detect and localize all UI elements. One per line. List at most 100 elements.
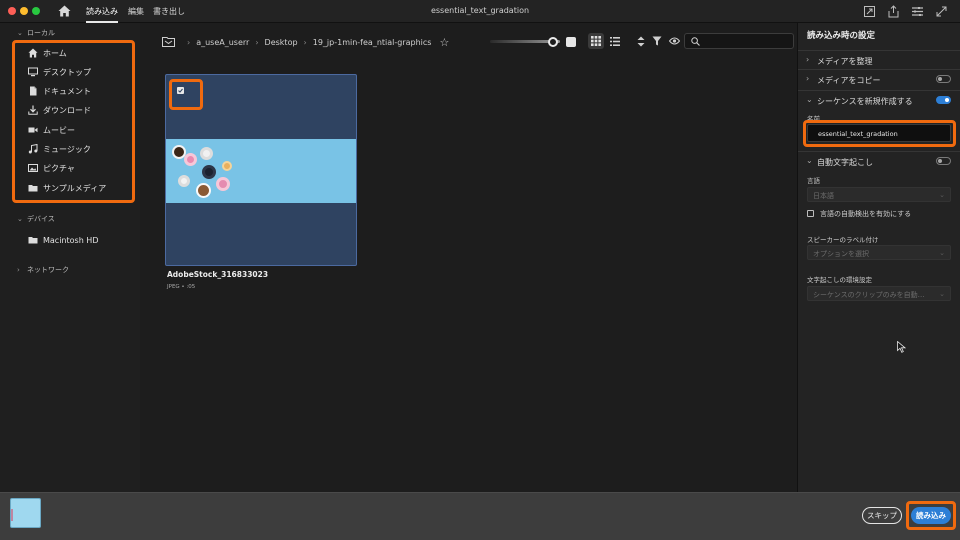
export-icon[interactable] bbox=[887, 5, 900, 18]
picture-icon bbox=[28, 164, 38, 172]
sidebar-item-label: デスクトップ bbox=[43, 67, 91, 77]
speaker-select[interactable]: オプションを選択 ⌄ bbox=[807, 245, 951, 260]
title-bar: 読み込み 編集 書き出し essential_text_gradation bbox=[0, 0, 960, 23]
auto-transcribe-row[interactable]: ⌄ 自動文字起こし bbox=[798, 151, 960, 169]
media-browser: › a_useA_userr › Desktop › 19_jp-1min-fe… bbox=[140, 23, 796, 492]
fullscreen-icon[interactable] bbox=[935, 5, 948, 18]
chevron-right-icon: › bbox=[806, 55, 810, 64]
sidebar-item-label: ピクチャ bbox=[43, 163, 75, 173]
folder-icon[interactable] bbox=[162, 37, 175, 47]
folder-icon bbox=[28, 185, 38, 192]
breadcrumb: › a_useA_userr › Desktop › 19_jp-1min-fe… bbox=[162, 36, 449, 49]
sidebar-item-downloads[interactable]: ダウンロード bbox=[28, 101, 128, 119]
donut-image bbox=[200, 147, 213, 160]
sidebar-item-music[interactable]: ミュージック bbox=[28, 140, 128, 158]
import-tray: スキップ 読み込み bbox=[0, 492, 960, 540]
speaker-label: スピーカーのラベル付け bbox=[807, 236, 879, 244]
thumbnail-size-slider[interactable] bbox=[490, 37, 576, 47]
donut-image bbox=[222, 161, 232, 171]
sidebar-item-label: ムービー bbox=[43, 125, 75, 135]
breadcrumb-item[interactable]: a_useA_userr bbox=[196, 38, 249, 47]
sidebar-item-label: ミュージック bbox=[43, 144, 91, 154]
select-checkbox[interactable] bbox=[177, 87, 184, 94]
sidebar-item-label: ホーム bbox=[43, 48, 67, 58]
sidebar-item-sample-media[interactable]: サンプルメディア bbox=[28, 179, 128, 197]
thumbnail-image bbox=[166, 139, 356, 203]
search-input[interactable] bbox=[684, 33, 794, 49]
new-sequence-toggle[interactable] bbox=[936, 96, 951, 104]
music-icon bbox=[28, 144, 38, 154]
transcribe-pref-select[interactable]: シーケンスのクリップのみを自動… ⌄ bbox=[807, 286, 951, 301]
sequence-name-field[interactable]: essential_text_gradation bbox=[807, 124, 951, 142]
thumbnail-marker bbox=[11, 509, 13, 521]
chevron-down-icon: ⌄ bbox=[939, 290, 945, 298]
chevron-right-icon: › bbox=[303, 37, 307, 47]
filter-icon bbox=[652, 36, 662, 46]
sidebar-item-home[interactable]: ホーム bbox=[28, 44, 128, 62]
chevron-right-icon: › bbox=[17, 266, 20, 274]
auto-transcribe-toggle[interactable] bbox=[936, 157, 951, 165]
donut-image bbox=[178, 175, 190, 187]
sort-icon bbox=[637, 36, 645, 46]
selected-media-thumbnail[interactable] bbox=[10, 498, 41, 528]
new-sequence-row[interactable]: ⌄ シーケンスを新規作成する bbox=[798, 90, 960, 108]
list-view-button[interactable] bbox=[607, 33, 623, 49]
coffee-cup-image bbox=[196, 183, 211, 198]
section-network[interactable]: › ネットワーク bbox=[17, 265, 69, 275]
import-settings-panel: 読み込み時の設定 › メディアを整理 › メディアをコピー ⌄ シーケンスを新規… bbox=[797, 23, 960, 492]
sidebar-item-movies[interactable]: ムービー bbox=[28, 121, 128, 139]
import-button[interactable]: 読み込み bbox=[911, 507, 951, 524]
file-name: AdobeStock_316833023 bbox=[167, 270, 269, 279]
panel-title: 読み込み時の設定 bbox=[807, 31, 876, 41]
auto-detect-checkbox[interactable] bbox=[807, 210, 814, 217]
skip-button[interactable]: スキップ bbox=[862, 507, 902, 524]
grid-view-icon bbox=[591, 36, 601, 46]
panels-icon[interactable] bbox=[911, 5, 924, 18]
download-icon bbox=[28, 105, 38, 115]
chevron-down-icon: ⌄ bbox=[939, 191, 945, 199]
donut-image bbox=[202, 165, 216, 179]
grid-view-button[interactable] bbox=[588, 33, 604, 49]
breadcrumb-item-current[interactable]: 19_jp-1min-fea_ntial-graphics bbox=[313, 38, 432, 47]
movie-icon bbox=[28, 127, 38, 133]
chevron-right-icon: › bbox=[255, 37, 259, 47]
sidebar-item-desktop[interactable]: デスクトップ bbox=[28, 63, 128, 81]
star-icon[interactable]: ☆ bbox=[439, 36, 449, 49]
chevron-down-icon: ⌄ bbox=[806, 156, 813, 165]
sidebar-item-pictures[interactable]: ピクチャ bbox=[28, 159, 128, 177]
desktop-icon bbox=[28, 67, 38, 77]
breadcrumb-item[interactable]: Desktop bbox=[265, 38, 298, 47]
home-icon bbox=[28, 48, 38, 58]
eye-icon bbox=[668, 37, 680, 45]
chevron-down-icon: ⌄ bbox=[17, 215, 23, 223]
sidebar-item-label: ドキュメント bbox=[43, 86, 91, 96]
sidebar-item-label: サンプルメディア bbox=[43, 183, 107, 193]
language-label: 言語 bbox=[807, 177, 820, 185]
media-thumbnail[interactable] bbox=[165, 74, 357, 266]
share-window-icon[interactable] bbox=[863, 5, 876, 18]
slider-handle[interactable] bbox=[548, 37, 558, 47]
chevron-down-icon: ⌄ bbox=[939, 249, 945, 257]
chevron-right-icon: › bbox=[187, 37, 191, 47]
document-icon bbox=[30, 86, 37, 96]
filter-button[interactable] bbox=[649, 33, 665, 49]
list-view-icon bbox=[610, 36, 620, 46]
sort-button[interactable] bbox=[633, 33, 649, 49]
language-select[interactable]: 日本語 ⌄ bbox=[807, 187, 951, 202]
copy-media-row[interactable]: › メディアをコピー bbox=[798, 69, 960, 87]
window-title: essential_text_gradation bbox=[430, 6, 530, 15]
folder-icon bbox=[28, 237, 38, 244]
sidebar-item-label: Macintosh HD bbox=[43, 235, 99, 245]
copy-media-toggle[interactable] bbox=[936, 75, 951, 83]
section-local[interactable]: ⌄ ローカル bbox=[17, 28, 55, 38]
sidebar-item-documents[interactable]: ドキュメント bbox=[28, 82, 128, 100]
sidebar-item-label: ダウンロード bbox=[43, 105, 91, 115]
organize-media-row[interactable]: › メディアを整理 bbox=[798, 50, 960, 68]
sidebar-item-macintosh-hd[interactable]: Macintosh HD bbox=[28, 231, 128, 249]
chevron-down-icon: ⌄ bbox=[17, 29, 23, 37]
transcribe-pref-label: 文字起こしの環境設定 bbox=[807, 276, 872, 284]
section-devices[interactable]: ⌄ デバイス bbox=[17, 214, 55, 224]
preview-toggle-button[interactable] bbox=[666, 33, 682, 49]
donut-image bbox=[216, 177, 230, 191]
search-icon bbox=[691, 37, 700, 46]
